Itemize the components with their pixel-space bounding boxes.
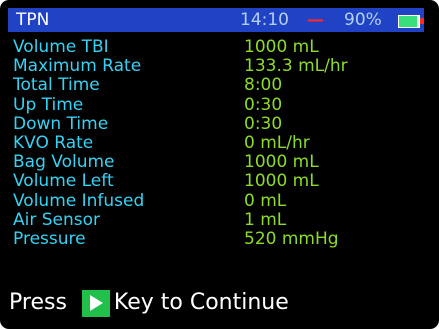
parameter-row: Bag Volume 1000 mL [13, 153, 423, 172]
parameter-row: Down Time 0:30 [13, 113, 423, 134]
program-title: TPN [16, 10, 50, 30]
parameter-label: Pressure [13, 228, 86, 249]
status-bar: TPN 14:10 — 90% [8, 8, 424, 32]
parameter-value: 0 mL [244, 190, 287, 211]
continue-prompt: Press Key to Continue [9, 288, 289, 318]
parameter-value: 0 mL/hr [244, 132, 310, 153]
parameter-label: Maximum Rate [13, 56, 142, 77]
parameter-row: Volume Left 1000 mL [13, 172, 423, 191]
parameter-row: Pressure 520 mmHg [13, 228, 423, 249]
parameter-row: Volume Infused 0 mL [13, 190, 423, 211]
parameter-label: Volume Left [13, 171, 114, 192]
parameter-list: Volume TBI 1000 mL Maximum Rate 133.3 mL… [13, 38, 423, 249]
parameter-label: Volume Infused [13, 190, 145, 211]
play-icon [89, 295, 103, 311]
parameter-label: Bag Volume [13, 152, 115, 173]
battery-icon [398, 15, 420, 28]
parameter-value: 0:30 [244, 94, 283, 115]
parameter-label: KVO Rate [13, 132, 94, 153]
parameter-label: Air Sensor [13, 209, 101, 230]
parameter-value: 1000 mL [244, 171, 319, 192]
parameter-value: 133.3 mL/hr [244, 56, 348, 77]
parameter-row: Air Sensor 1 mL [13, 209, 423, 230]
status-time: 14:10 [240, 10, 289, 30]
parameter-row: KVO Rate 0 mL/hr [13, 132, 423, 153]
parameter-label: Up Time [13, 94, 84, 115]
parameter-value: 1000 mL [244, 37, 319, 57]
parameter-row: Up Time 0:30 [13, 94, 423, 115]
parameter-row: Total Time 8:00 [13, 76, 423, 95]
battery-tip-icon [420, 18, 424, 24]
play-key-button[interactable] [81, 289, 110, 317]
battery-percentage: 90% [344, 10, 382, 30]
parameter-value: 0:30 [244, 113, 283, 134]
press-label: Press [9, 290, 67, 315]
parameter-label: Down Time [13, 113, 109, 134]
pump-screen: TPN 14:10 — 90% Volume TBI 1000 mL Maxim… [0, 0, 439, 329]
parameter-value: 1 mL [244, 209, 287, 230]
alarm-indicator: — [307, 10, 324, 30]
parameter-row: Volume TBI 1000 mL [13, 38, 423, 57]
parameter-label: Volume TBI [13, 37, 109, 57]
battery-level-fill [399, 16, 417, 27]
continue-label: Key to Continue [113, 290, 289, 315]
parameter-value: 520 mmHg [244, 228, 339, 249]
parameter-value: 8:00 [244, 75, 283, 96]
parameter-label: Total Time [13, 75, 100, 96]
parameter-value: 1000 mL [244, 152, 319, 173]
parameter-row: Maximum Rate 133.3 mL/hr [13, 57, 423, 76]
